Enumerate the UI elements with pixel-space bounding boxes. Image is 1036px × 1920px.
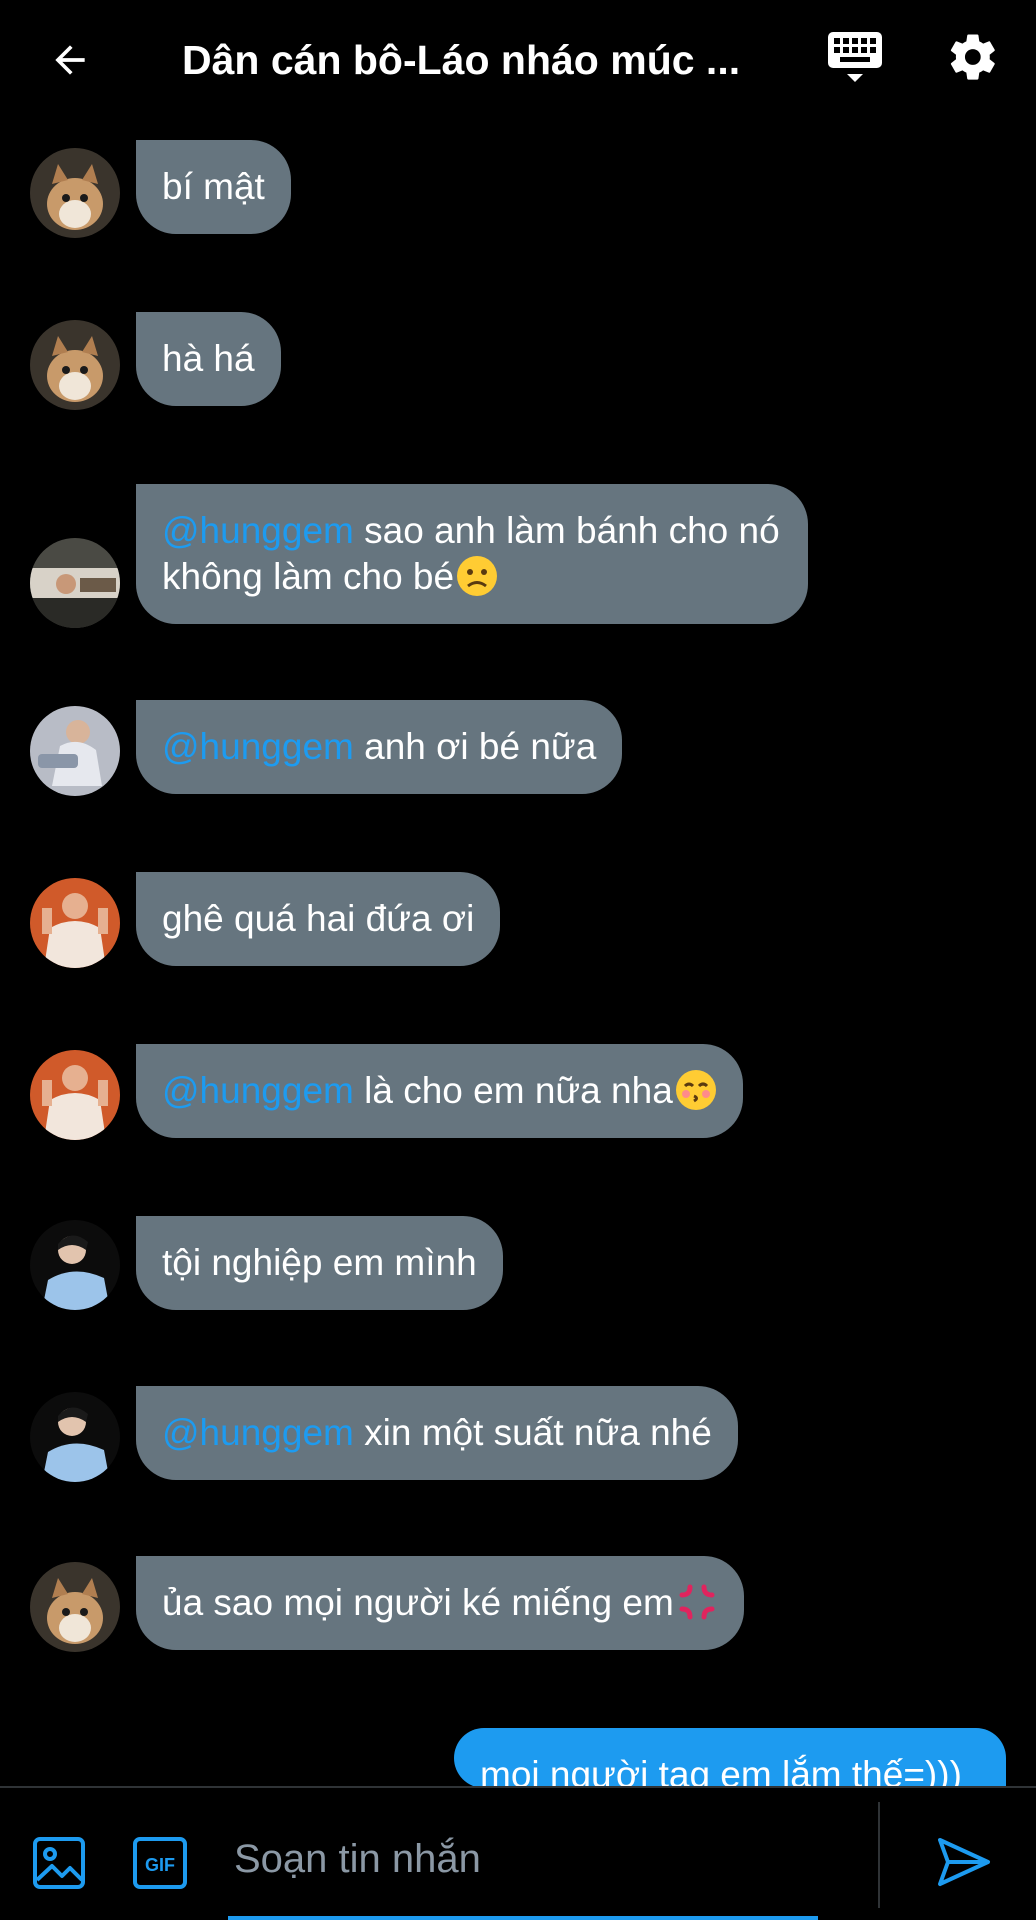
mention-link[interactable]: @hunggem: [162, 510, 354, 551]
cat-avatar-image: [30, 1562, 120, 1652]
conversation-title[interactable]: Dân cán bô-Láo nháo múc ...: [182, 34, 762, 86]
keyboard-icon: [828, 32, 882, 82]
avatar[interactable]: [30, 320, 120, 410]
message-text: ủa sao mọi người ké miếng em: [162, 1582, 674, 1623]
own-message-bubble[interactable]: mọi người tag em lắm thế=))): [454, 1728, 1006, 1788]
person-avatar-image: [30, 878, 120, 968]
gif-button[interactable]: GIF: [132, 1836, 188, 1890]
avatar[interactable]: [30, 706, 120, 796]
message-text: anh ơi bé nữa: [353, 726, 597, 767]
message-text: bí mật: [162, 166, 265, 207]
composer-focus-bar: [228, 1916, 818, 1920]
arrow-left-icon: [55, 45, 85, 75]
person-avatar-image: [30, 1050, 120, 1140]
cat-avatar-image: [30, 148, 120, 238]
person-avatar-image: [30, 538, 120, 628]
avatar[interactable]: [30, 148, 120, 238]
settings-button[interactable]: [946, 30, 1006, 90]
message-bubble[interactable]: @hunggem là cho em nữa nha: [136, 1044, 743, 1138]
message-bubble[interactable]: bí mật: [136, 140, 291, 234]
message-bubble[interactable]: ủa sao mọi người ké miếng em: [136, 1556, 744, 1650]
avatar[interactable]: [30, 878, 120, 968]
message-bubble[interactable]: ghê quá hai đứa ơi: [136, 872, 501, 966]
send-button[interactable]: [934, 1832, 994, 1892]
message-composer: GIF: [0, 1786, 1036, 1920]
anger-symbol-emoji: [679, 1584, 715, 1620]
avatar[interactable]: [30, 538, 120, 628]
mention-link[interactable]: @hunggem: [162, 726, 354, 767]
message-bubble[interactable]: tội nghiệp em mình: [136, 1216, 503, 1310]
composer-divider: [878, 1802, 880, 1908]
person-avatar-image: [30, 706, 120, 796]
own-message-text: mọi người tag em lắm thế=))): [480, 1754, 962, 1788]
message-bubble[interactable]: hà há: [136, 312, 281, 406]
chat-header: Dân cán bô-Láo nháo múc ...: [0, 0, 1036, 118]
message-text: hà há: [162, 338, 255, 379]
person-avatar-image: [30, 1220, 120, 1310]
cat-avatar-image: [30, 320, 120, 410]
slightly-frowning-face-emoji: [457, 556, 498, 596]
kissing-face-emoji: [675, 1070, 716, 1110]
message-text: là cho em nữa nha: [353, 1070, 673, 1111]
message-bubble[interactable]: @hunggem sao anh làm bánh cho nó không l…: [136, 484, 808, 624]
message-bubble[interactable]: @hunggem anh ơi bé nữa: [136, 700, 623, 794]
keyboard-button[interactable]: [826, 30, 884, 90]
mention-link[interactable]: @hunggem: [162, 1412, 354, 1453]
avatar[interactable]: [30, 1220, 120, 1310]
gif-label: GIF: [145, 1855, 175, 1875]
person-avatar-image: [30, 1392, 120, 1482]
message-input[interactable]: [232, 1828, 856, 1890]
send-icon: [938, 1838, 990, 1886]
image-icon: [33, 1837, 85, 1889]
avatar[interactable]: [30, 1050, 120, 1140]
gear-icon: [950, 34, 995, 80]
message-bubble[interactable]: @hunggem xin một suất nữa nhé: [136, 1386, 738, 1480]
avatar[interactable]: [30, 1392, 120, 1482]
mention-link[interactable]: @hunggem: [162, 1070, 354, 1111]
avatar[interactable]: [30, 1562, 120, 1652]
add-image-button[interactable]: [32, 1836, 86, 1890]
message-text: ghê quá hai đứa ơi: [162, 898, 475, 939]
back-button[interactable]: [40, 30, 100, 90]
message-text: tội nghiệp em mình: [162, 1242, 477, 1283]
gif-icon: GIF: [133, 1837, 187, 1889]
message-text: xin một suất nữa nhé: [353, 1412, 712, 1453]
